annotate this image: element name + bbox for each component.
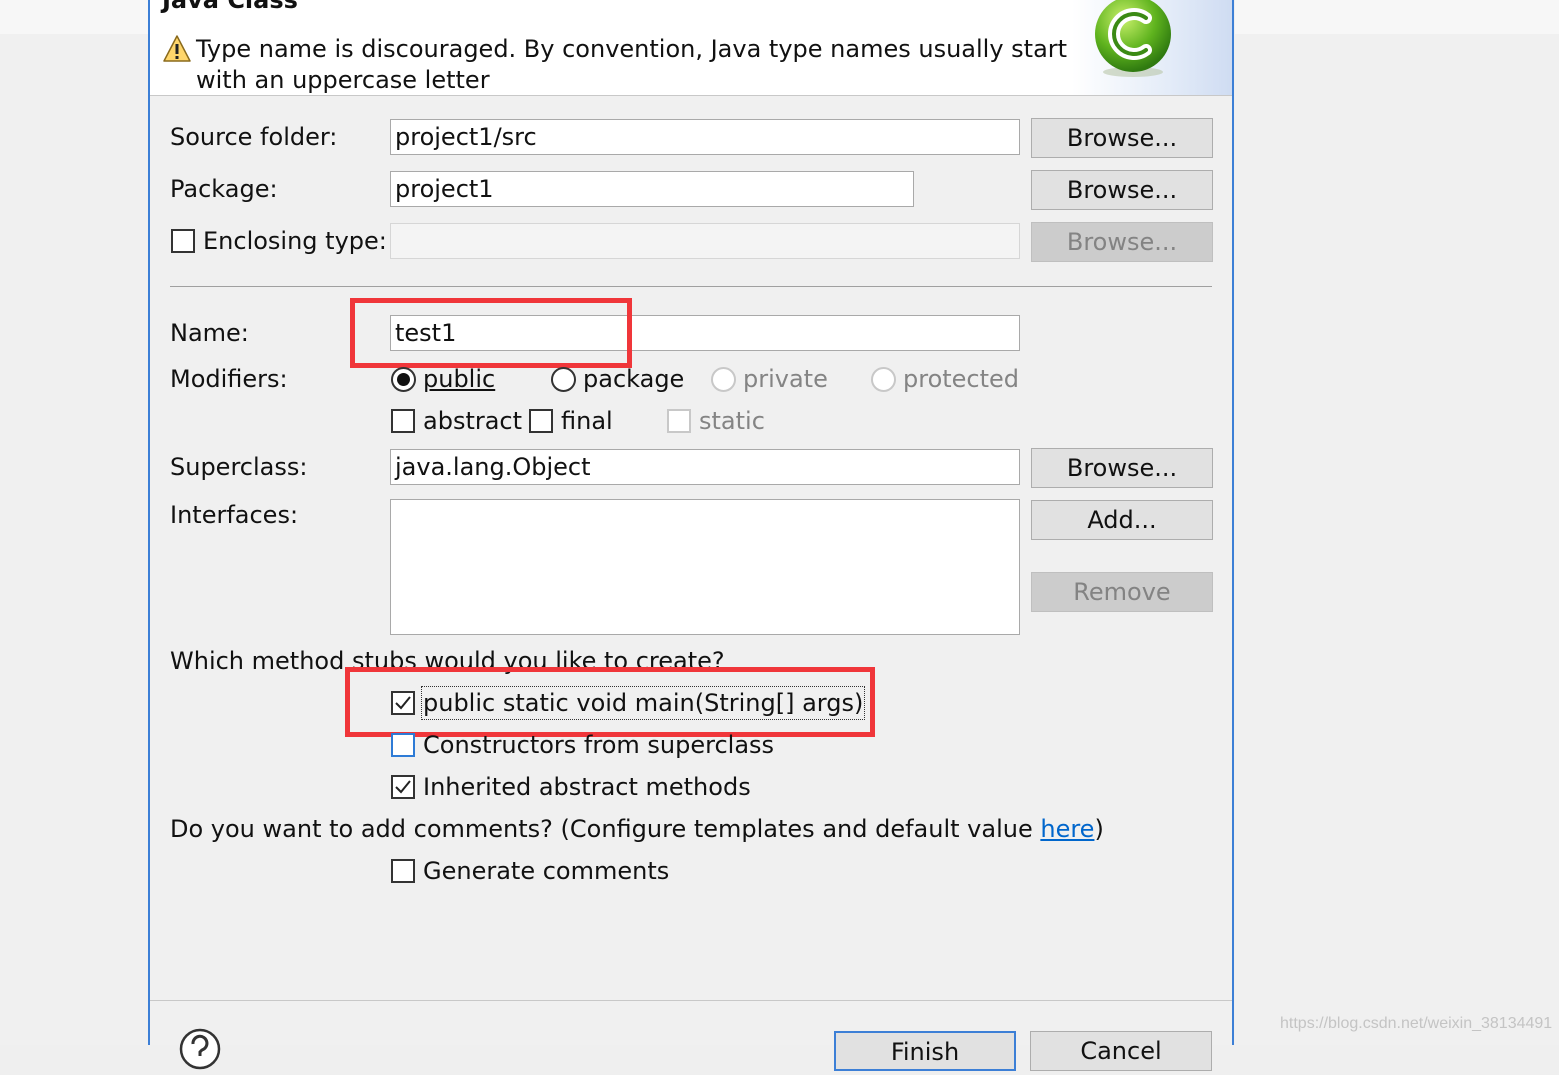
browse-superclass-button[interactable]: Browse... xyxy=(1031,448,1213,488)
generate-comments-checkbox[interactable] xyxy=(391,859,415,883)
superclass-field[interactable]: java.lang.Object xyxy=(390,449,1020,485)
source-folder-label: Source folder: xyxy=(170,123,338,151)
modifier-abstract-label[interactable]: abstract xyxy=(423,406,522,436)
package-label: Package: xyxy=(170,175,278,203)
enclosing-type-checkbox[interactable] xyxy=(171,229,195,253)
modifier-protected-radio xyxy=(871,367,896,392)
interfaces-label: Interfaces: xyxy=(170,501,299,529)
section-divider xyxy=(170,286,1212,287)
modifier-abstract-checkbox[interactable] xyxy=(391,409,415,433)
background-right-strip xyxy=(1235,0,1559,34)
footer-divider xyxy=(150,1000,1232,1001)
background-left xyxy=(0,0,148,1045)
modifier-final-checkbox[interactable] xyxy=(529,409,553,433)
modifier-public-radio[interactable] xyxy=(391,367,416,392)
dialog-title: Java Class xyxy=(162,0,298,14)
modifier-static-label: static xyxy=(699,407,765,435)
source-folder-field[interactable]: project1/src xyxy=(390,119,1020,155)
superclass-label: Superclass: xyxy=(170,453,308,481)
modifiers-label: Modifiers: xyxy=(170,365,288,393)
comments-question: Do you want to add comments? (Configure … xyxy=(170,814,1104,844)
stub-constructors-label[interactable]: Constructors from superclass xyxy=(423,730,774,760)
generate-comments-label[interactable]: Generate comments xyxy=(423,856,669,886)
modifier-private-radio xyxy=(711,367,736,392)
comments-question-prefix: Do you want to add comments? (Configure … xyxy=(170,815,1041,843)
interfaces-list[interactable] xyxy=(390,499,1020,635)
status-message: Type name is discouraged. By convention,… xyxy=(196,35,1068,94)
browse-enclosing-type-button: Browse... xyxy=(1031,222,1213,262)
stub-constructors-checkbox[interactable] xyxy=(391,733,415,757)
name-highlight-box xyxy=(350,298,632,368)
package-field[interactable]: project1 xyxy=(390,171,914,207)
help-icon[interactable] xyxy=(178,1027,222,1071)
modifier-package-label[interactable]: package xyxy=(583,364,684,394)
cancel-button[interactable]: Cancel xyxy=(1030,1031,1212,1071)
dialog-header: Java Class Type name is discouraged. By … xyxy=(150,0,1232,96)
comments-question-suffix: ) xyxy=(1094,815,1104,843)
enclosing-type-field xyxy=(390,223,1020,259)
enclosing-type-label: Enclosing type: xyxy=(203,227,387,255)
warning-icon xyxy=(162,34,192,64)
background-left-strip xyxy=(0,0,148,34)
configure-templates-link[interactable]: here xyxy=(1040,815,1094,843)
background-right xyxy=(1235,0,1559,1045)
finish-button[interactable]: Finish xyxy=(834,1031,1016,1071)
browse-package-button[interactable]: Browse... xyxy=(1031,170,1213,210)
browse-source-folder-button[interactable]: Browse... xyxy=(1031,118,1213,158)
stub-inherited-abstract-checkbox[interactable] xyxy=(391,775,415,799)
modifier-protected-label: protected xyxy=(903,365,1020,393)
new-class-icon xyxy=(1088,0,1178,82)
modifier-package-radio[interactable] xyxy=(551,367,576,392)
add-interface-button[interactable]: Add... xyxy=(1031,500,1213,540)
modifier-public-label[interactable]: public xyxy=(423,364,495,394)
watermark: https://blog.csdn.net/weixin_38134491 xyxy=(1280,1015,1553,1032)
modifier-private-label: private xyxy=(743,365,828,393)
modifier-static-checkbox xyxy=(667,409,691,433)
name-label: Name: xyxy=(170,319,249,347)
stub-inherited-abstract-label[interactable]: Inherited abstract methods xyxy=(423,772,751,802)
remove-interface-button: Remove xyxy=(1031,572,1213,612)
new-java-class-dialog: Java Class Type name is discouraged. By … xyxy=(148,0,1234,1071)
modifier-final-label[interactable]: final xyxy=(561,406,613,436)
main-stub-highlight-box xyxy=(345,667,875,737)
